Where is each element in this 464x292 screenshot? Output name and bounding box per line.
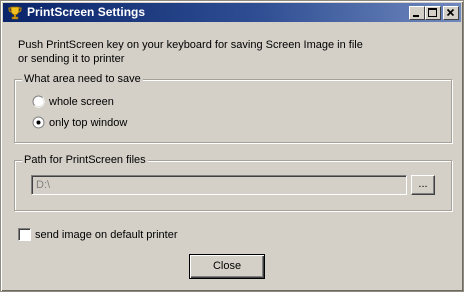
intro-text: Push PrintScreen key on your keyboard fo… (18, 38, 448, 66)
close-icon (446, 8, 455, 17)
minimize-button[interactable] (409, 6, 425, 20)
title-bar[interactable]: PrintScreen Settings (3, 3, 461, 22)
close-button[interactable]: Close (189, 254, 265, 279)
browse-button[interactable]: ... (411, 175, 435, 195)
radio-only-top-window-label: only top window (49, 117, 128, 129)
path-group-label: Path for PrintScreen files (22, 153, 148, 167)
save-area-group: What area need to save whole screen only… (14, 72, 452, 143)
intro-line-1: Push PrintScreen key on your keyboard fo… (18, 39, 363, 51)
save-area-group-label: What area need to save (22, 72, 143, 86)
maximize-icon (428, 8, 437, 17)
radio-whole-screen-label: whole screen (49, 96, 114, 108)
close-window-button[interactable] (443, 6, 459, 20)
settings-window: PrintScreen Settings Push PrintScreen ke… (0, 0, 464, 292)
path-input[interactable] (31, 175, 407, 195)
radio-unselected-icon (32, 95, 45, 108)
path-group: Path for PrintScreen files ... (14, 153, 452, 211)
send-to-printer-label: send image on default printer (35, 229, 178, 241)
maximize-button[interactable] (425, 6, 441, 20)
minimize-icon (413, 15, 419, 17)
intro-line-2: or sending it to printer (18, 53, 125, 65)
window-title: PrintScreen Settings (27, 5, 146, 19)
send-to-printer-checkbox[interactable] (18, 228, 31, 241)
radio-selected-icon (32, 116, 45, 129)
trophy-icon (8, 6, 22, 20)
